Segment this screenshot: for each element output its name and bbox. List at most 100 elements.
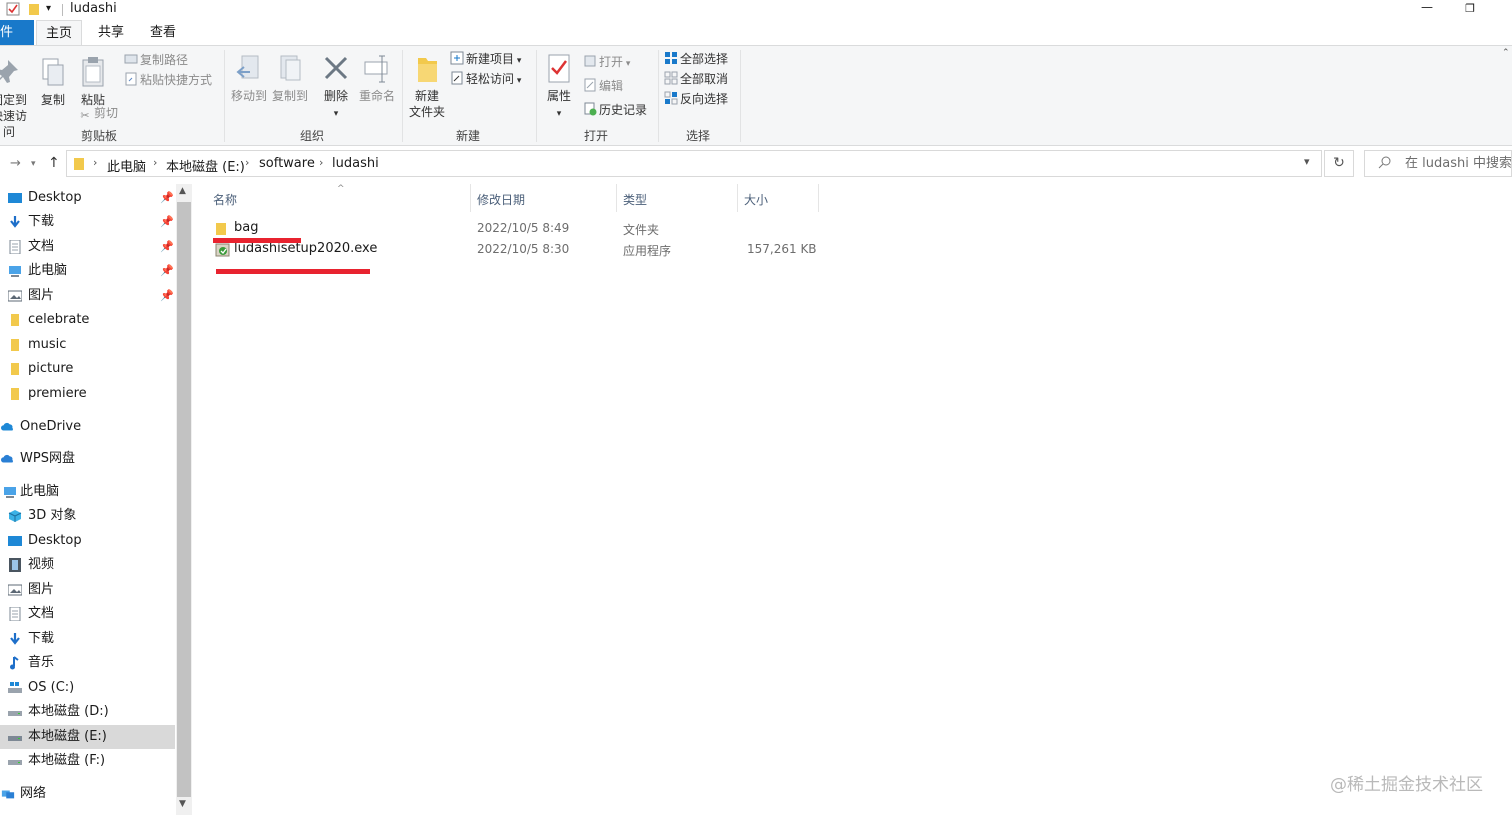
address-history-chevron-icon[interactable]: ▾ [1304,155,1310,168]
cut-button[interactable]: ✂ 剪切 [78,104,118,122]
nav-item-3d-objects[interactable]: 3D 对象 [0,504,175,528]
up-icon[interactable]: ↑ [48,155,60,171]
breadcrumb-separator[interactable]: › [93,156,97,169]
column-divider[interactable] [470,184,471,212]
breadcrumb-drive-e[interactable]: 本地磁盘 (E:) [166,156,245,175]
nav-item-downloads[interactable]: 下载 📌 [0,210,175,234]
copy-button[interactable]: 复制 [36,56,70,108]
nav-item-label: OS (C:) [28,680,75,695]
nav-scrollbar[interactable]: ▲ ▼ [176,184,192,815]
scroll-up-icon[interactable]: ▲ [179,186,186,196]
picture-icon [8,290,22,302]
invert-selection-icon [664,91,678,105]
breadcrumb-software[interactable]: software [259,156,315,171]
edit-button[interactable]: 编辑 [583,77,623,95]
select-all-button[interactable]: 全部选择 [664,50,728,68]
open-button[interactable]: 打开 ▾ [583,53,630,71]
pin-icon[interactable]: 📌 [160,235,174,259]
tab-home[interactable]: 主页 [36,20,82,45]
breadcrumb-separator[interactable]: › [153,156,157,169]
group-divider [658,50,659,142]
paste-shortcut-button[interactable]: 粘贴快捷方式 [124,71,212,89]
nav-item-pc-documents[interactable]: 文档 [0,602,175,626]
pin-icon[interactable]: 📌 [160,259,174,283]
breadcrumb-separator[interactable]: › [319,156,323,169]
nav-item-pc-downloads[interactable]: 下载 [0,627,175,651]
nav-item-os-c[interactable]: OS (C:) [0,676,175,700]
nav-item-drive-f[interactable]: 本地磁盘 (F:) [0,749,175,773]
breadcrumb-this-pc[interactable]: 此电脑 [107,156,146,175]
move-to-button[interactable]: 移动到 [229,52,269,104]
tab-view[interactable]: 查看 [140,20,186,45]
search-input[interactable]: 在 ludashi 中搜索 [1364,150,1512,177]
nav-item-music-folder[interactable]: music [0,333,175,357]
nav-item-onedrive[interactable]: OneDrive [0,415,175,439]
nav-item-this-pc-pinned[interactable]: 此电脑 📌 [0,259,175,283]
column-header-size[interactable]: 大小 [744,191,768,211]
title-separator [62,4,63,16]
pin-icon[interactable]: 📌 [160,284,174,308]
column-header-name[interactable]: 名称 [213,191,237,211]
customize-quick-access-icon[interactable]: ▾ [46,3,51,14]
nav-item-pc-desktop[interactable]: Desktop [0,529,175,553]
pin-icon[interactable]: 📌 [160,210,174,234]
recent-locations-icon[interactable]: ▾ [31,159,36,169]
rename-icon [364,55,388,83]
nav-item-network[interactable]: 网络 [0,782,175,806]
invert-selection-button[interactable]: 反向选择 [664,90,728,108]
copy-path-button[interactable]: 复制路径 [124,51,188,69]
nav-item-music[interactable]: 音乐 [0,651,175,675]
pin-to-quick-access-button[interactable]: 固定到 快速访问 [0,56,32,140]
nav-item-documents[interactable]: 文档 📌 [0,235,175,259]
column-divider[interactable] [818,184,819,212]
copy-to-button[interactable]: 复制到 [270,52,310,104]
column-divider[interactable] [737,184,738,212]
select-none-button[interactable]: 全部取消 [664,70,728,88]
new-folder-button[interactable]: 新建 文件夹 [406,52,448,120]
scroll-down-icon[interactable]: ▼ [179,799,186,809]
nav-item-drive-e[interactable]: 本地磁盘 (E:) [0,725,175,749]
pin-icon[interactable]: 📌 [160,186,174,210]
nav-item-this-pc[interactable]: 此电脑 [0,480,175,504]
nav-item-picture-folder[interactable]: picture [0,357,175,381]
delete-button[interactable]: 删除 ▾ [318,52,354,122]
nav-item-premiere[interactable]: premiere [0,382,175,406]
nav-item-pictures[interactable]: 图片 📌 [0,284,175,308]
collapse-ribbon-icon[interactable]: ⌃ [1502,48,1510,58]
nav-item-wps-drive[interactable]: WPS网盘 [0,447,175,471]
download-icon [10,216,20,228]
pin-icon [0,60,18,83]
tab-share[interactable]: 共享 [88,20,134,45]
minimize-button[interactable]: — [1418,0,1436,18]
nav-item-celebrate[interactable]: celebrate [0,308,175,332]
nav-item-pc-pictures[interactable]: 图片 [0,578,175,602]
folder-icon [74,158,84,170]
properties-quick-icon[interactable] [6,2,20,19]
properties-button[interactable]: 属性 ▾ [540,52,578,122]
column-header-type[interactable]: 类型 [623,191,647,211]
properties-dropdown-icon[interactable]: ▾ [557,109,562,119]
paste-button[interactable]: 粘贴 [76,56,110,108]
tab-file[interactable]: 文件 [0,20,34,45]
back-icon[interactable]: → [10,156,21,171]
breadcrumb-separator[interactable]: › [245,156,249,169]
file-size: 157,261 KB [747,242,817,256]
easy-access-button[interactable]: 轻松访问 ▾ [450,70,521,88]
table-row[interactable]: bag 2022/10/5 8:49 文件夹 [207,218,827,239]
breadcrumb-ludashi[interactable]: ludashi [332,156,379,171]
open-label: 打开 [599,55,624,69]
new-folder-quick-icon[interactable] [28,2,40,19]
rename-button[interactable]: 重命名 [356,52,398,104]
nav-scrollbar-thumb[interactable] [177,202,191,797]
restore-button[interactable]: ❐ [1462,2,1478,18]
column-divider[interactable] [616,184,617,212]
column-header-modified[interactable]: 修改日期 [477,191,525,211]
nav-item-videos[interactable]: 视频 [0,553,175,577]
nav-item-drive-d[interactable]: 本地磁盘 (D:) [0,700,175,724]
address-bar[interactable]: › 此电脑 › 本地磁盘 (E:) › software › ludashi ▾ [66,150,1322,177]
history-button[interactable]: 历史记录 [583,101,647,119]
new-item-button[interactable]: 新建项目 ▾ [450,50,521,68]
delete-dropdown-icon[interactable]: ▾ [334,109,339,119]
nav-item-desktop[interactable]: Desktop 📌 [0,186,175,210]
refresh-button[interactable]: ↻ [1324,150,1354,177]
